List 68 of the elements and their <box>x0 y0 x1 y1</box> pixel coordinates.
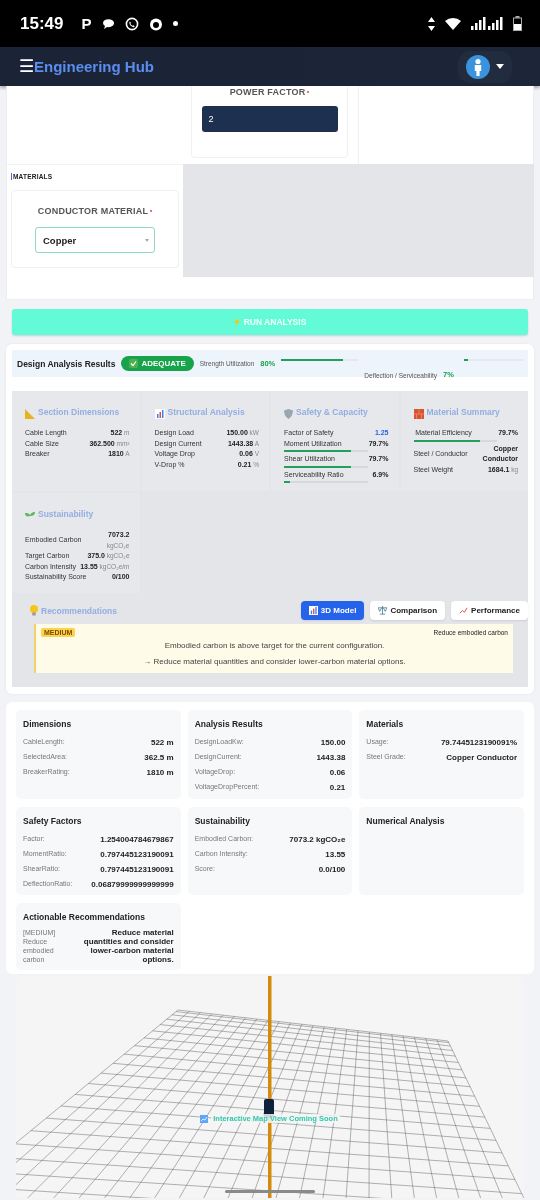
phone-bubble-icon <box>124 16 139 31</box>
card-title: Sustainability <box>194 816 251 826</box>
chat-bubble-icon <box>101 17 115 30</box>
select-field[interactable]: Copper <box>35 227 155 253</box>
row-value: 0.06879999999999999 <box>91 880 174 889</box>
card-title: Dimensions <box>23 719 73 729</box>
app-title: Engineering Hub <box>34 58 154 75</box>
view-tab[interactable]: 3D Model <box>300 601 365 620</box>
row-value: 0.21 <box>329 783 346 792</box>
row-value: 1.254004784679867 <box>100 835 174 844</box>
field-label: CONDUCTOR MATERIAL <box>37 206 149 216</box>
user-menu-button[interactable] <box>458 50 512 83</box>
row-value: 0.0/100 <box>318 865 346 874</box>
results-title: Design Analysis Results <box>17 358 116 369</box>
card-title: Sustainability <box>38 508 94 519</box>
row-value: 0.797445123190091 <box>100 865 174 874</box>
wifi-icon <box>445 17 461 30</box>
row-value: 13.55 <box>325 850 346 859</box>
scales-icon <box>378 606 388 615</box>
caret-icon <box>496 64 504 69</box>
card-title: Actionable Recommendations <box>23 912 146 922</box>
lightbulb-icon <box>30 605 38 616</box>
row-value: 150.00 <box>320 738 346 747</box>
row-value: 0.797445123190091 <box>100 850 174 859</box>
alert-message: Embodied carbon is above target for the current configuration. <box>163 641 386 650</box>
round-app-icon <box>148 16 163 31</box>
card-title: Safety & Capacity <box>296 406 368 417</box>
row-value: Copper Conductor <box>446 753 517 762</box>
status-badge: ADEQUATE <box>121 356 194 371</box>
check-icon <box>129 359 139 368</box>
signal-icon <box>471 17 503 30</box>
app-letter-icon: P <box>81 15 92 32</box>
brick-icon <box>413 409 424 419</box>
ruler-triangle-icon <box>25 409 35 419</box>
view-tab[interactable]: Performance <box>451 601 528 620</box>
row-value: 522 m <box>150 738 174 747</box>
bar-chart-icon <box>154 409 165 419</box>
dot-icon <box>172 21 178 26</box>
clock: 15:49 <box>20 13 64 34</box>
alert-action: → Reduce material quantities and consider lower-carbon material options. <box>142 657 407 666</box>
view-tab[interactable]: Comparison <box>370 601 446 620</box>
battery-icon <box>513 16 522 31</box>
lightning-icon <box>233 318 240 326</box>
row-value: 79.7445123190091% <box>440 738 517 747</box>
map-icon <box>200 1114 209 1123</box>
card-title: Analysis Results <box>194 719 264 729</box>
card-title: Numerical Analysis <box>366 816 446 826</box>
section-title: Recommendations <box>41 605 119 616</box>
card-title: Section Dimensions <box>38 406 120 417</box>
card-title: Structural Analysis <box>167 406 245 417</box>
card-title: Materials <box>366 719 405 729</box>
person-icon <box>466 54 490 79</box>
row-value: 1810 m <box>146 768 174 777</box>
field-label: POWER FACTOR <box>229 87 306 97</box>
input-field[interactable]: 2 <box>201 106 338 132</box>
row-value: 1443.38 <box>316 753 346 762</box>
menu-button[interactable]: ☰ <box>19 58 34 75</box>
bar-chart-icon <box>308 606 318 615</box>
data-arrows-icon <box>428 16 435 31</box>
trend-chart-icon <box>459 606 469 615</box>
shield-icon <box>284 409 293 419</box>
card-title: Safety Factors <box>23 816 83 826</box>
card-title: Material Summary <box>426 406 500 417</box>
row-value: Reduce material quantities and consider lower-carbon material options. <box>82 928 174 964</box>
row-value: 362.5 m <box>144 753 174 762</box>
row-value: 0.06 <box>329 768 346 777</box>
caret-icon <box>145 238 149 242</box>
row-value: 7073.2 kgCO₂e <box>289 835 346 844</box>
